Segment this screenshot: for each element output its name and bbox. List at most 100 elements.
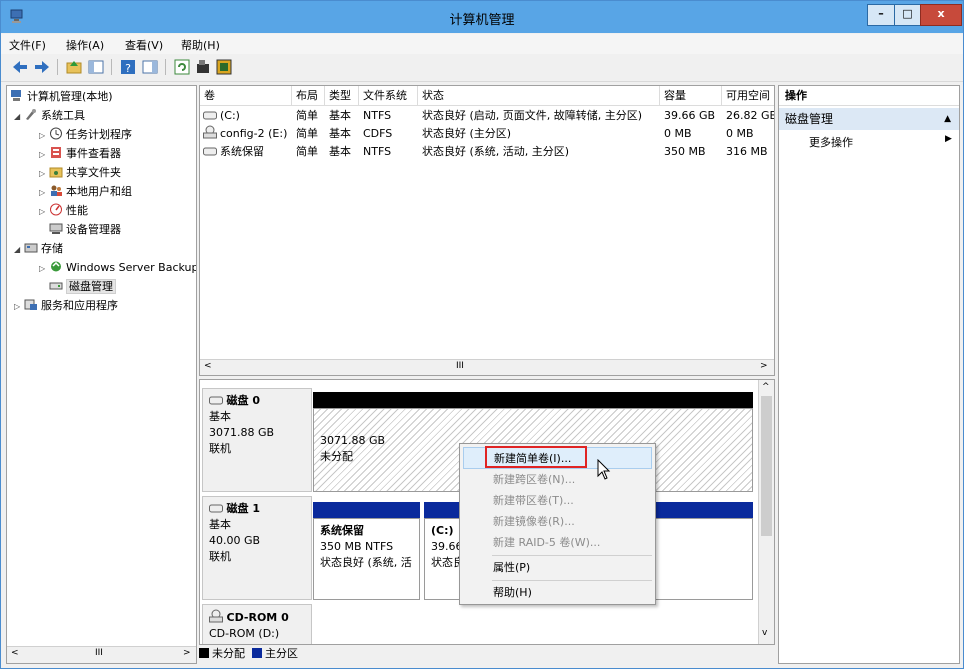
up-folder-icon[interactable]: [65, 58, 83, 76]
users-icon: [51, 185, 62, 196]
menu-item-help[interactable]: 帮助(H): [463, 582, 652, 604]
tree-item-task-scheduler[interactable]: ▷ 任务计划程序: [39, 125, 132, 144]
tree-label: 磁盘管理: [66, 279, 116, 294]
scroll-left-icon[interactable]: <: [204, 361, 212, 371]
collapsed-arrow-icon[interactable]: ▷: [14, 297, 24, 316]
menu-item-new-striped-volume[interactable]: 新建带区卷(T)...: [463, 490, 652, 512]
scroll-down-icon[interactable]: v: [762, 628, 767, 638]
volume-list: 卷 布局 类型 文件系统 状态 容量 可用空间 (C:) 简单 基本 NTFS …: [199, 85, 775, 376]
tree-item-windows-server-backup[interactable]: ▷ Windows Server Backup: [39, 258, 196, 278]
clock-icon: [50, 127, 62, 140]
tree-item-computer-management[interactable]: 计算机管理(本地): [10, 87, 113, 106]
disk-0-label[interactable]: 磁盘 0 基本 3071.88 GB 联机: [202, 388, 312, 492]
system-reserved-partition[interactable]: 系统保留 350 MB NTFS 状态良好 (系统, 活: [313, 518, 420, 600]
column-header-filesystem[interactable]: 文件系统: [359, 86, 418, 106]
expanded-arrow-icon[interactable]: ◢: [14, 107, 24, 126]
column-header-volume[interactable]: 卷: [200, 86, 292, 106]
tree-item-disk-management[interactable]: 磁盘管理: [49, 277, 116, 296]
tree-item-shared-folders[interactable]: ▷ 共享文件夹: [39, 163, 121, 182]
collapsed-arrow-icon[interactable]: ▷: [39, 259, 49, 278]
help-icon[interactable]: ?: [119, 58, 137, 76]
volume-horizontal-scrollbar[interactable]: < III >: [200, 359, 774, 375]
volume-name: (C:): [220, 109, 240, 122]
column-header-type[interactable]: 类型: [325, 86, 359, 106]
volume-filesystem: CDFS: [363, 127, 393, 140]
tree-item-storage[interactable]: ◢ 存储: [14, 239, 63, 258]
disk-size: 40.00 GB: [209, 534, 261, 547]
tree-horizontal-scrollbar[interactable]: < III >: [7, 646, 196, 663]
primary-partition-bar: [313, 502, 420, 518]
collapsed-arrow-icon[interactable]: ▷: [39, 183, 49, 202]
scroll-right-icon[interactable]: >: [183, 648, 191, 658]
close-button[interactable]: x: [920, 4, 962, 26]
partition-label: 系统保留: [320, 524, 364, 537]
tree-item-local-users[interactable]: ▷ 本地用户和组: [39, 182, 132, 201]
actions-section-disk-management[interactable]: 磁盘管理 ▲: [779, 108, 959, 130]
tree-label: 系统工具: [41, 109, 85, 122]
navigation-tree: 计算机管理(本地) ◢ 系统工具 ▷ 任务计划程序 ▷ 事件查看器 ▷ 共享文件夹 ▷ 本…: [6, 85, 197, 664]
forward-arrow-icon[interactable]: [33, 58, 51, 76]
computer-management-icon: [11, 90, 21, 101]
more-actions-item[interactable]: 更多操作: [809, 134, 853, 150]
maximize-button[interactable]: □: [894, 4, 921, 26]
minimize-button[interactable]: –: [867, 4, 895, 26]
volume-filesystem: NTFS: [363, 109, 392, 122]
scroll-thumb-grip[interactable]: III: [456, 361, 464, 371]
menu-separator: [492, 555, 652, 556]
tree-label: 设备管理器: [66, 223, 121, 236]
toolbar-separator: [165, 59, 166, 75]
back-arrow-icon[interactable]: [11, 58, 29, 76]
storage-icon: [24, 243, 38, 253]
refresh-icon[interactable]: [173, 58, 191, 76]
scroll-thumb-grip[interactable]: III: [95, 648, 103, 658]
volume-type: 基本: [329, 127, 351, 140]
menu-file[interactable]: 文件(F): [9, 37, 46, 53]
tree-item-event-viewer[interactable]: ▷ 事件查看器: [39, 144, 121, 163]
menu-help[interactable]: 帮助(H): [181, 37, 220, 53]
column-header-free-space[interactable]: 可用空间: [722, 86, 774, 106]
properties-icon[interactable]: [194, 58, 212, 76]
submenu-arrow-icon[interactable]: ▶: [945, 134, 952, 144]
collapsed-arrow-icon[interactable]: ▷: [39, 202, 49, 221]
device-manager-icon: [49, 223, 63, 234]
collapse-arrow-icon[interactable]: ▲: [944, 108, 951, 130]
scroll-thumb[interactable]: [761, 396, 772, 536]
menu-separator: [492, 580, 652, 581]
title-bar[interactable]: 计算机管理 – □ x: [1, 1, 963, 33]
scroll-up-icon[interactable]: ^: [762, 382, 770, 392]
show-hide-action-pane-icon[interactable]: [141, 58, 159, 76]
event-log-icon: [51, 147, 61, 158]
column-header-layout[interactable]: 布局: [292, 86, 325, 106]
computer-management-window: 计算机管理 – □ x 文件(F) 操作(A) 查看(V) 帮助(H) ? 计算…: [0, 0, 964, 669]
expanded-arrow-icon[interactable]: ◢: [14, 240, 24, 259]
section-label: 磁盘管理: [785, 112, 834, 126]
tree-item-services-apps[interactable]: ▷ 服务和应用程序: [14, 296, 118, 315]
menu-item-properties[interactable]: 属性(P): [463, 557, 652, 579]
menu-item-new-raid5-volume[interactable]: 新建 RAID-5 卷(W)...: [463, 532, 652, 554]
menu-view[interactable]: 查看(V): [125, 37, 163, 53]
volume-free-space: 26.82 GB: [726, 109, 775, 122]
disk-1-label[interactable]: 磁盘 1 基本 40.00 GB 联机: [202, 496, 312, 600]
menu-item-new-mirrored-volume[interactable]: 新建镜像卷(R)...: [463, 511, 652, 533]
column-header-capacity[interactable]: 容量: [660, 86, 722, 106]
rescan-disks-icon[interactable]: [215, 58, 233, 76]
volume-status: 状态良好 (系统, 活动, 主分区): [422, 145, 570, 158]
show-hide-tree-icon[interactable]: [87, 58, 105, 76]
menu-action[interactable]: 操作(A): [66, 37, 104, 53]
disk-pane-vertical-scrollbar[interactable]: ^ v: [758, 380, 774, 644]
tree-item-device-manager[interactable]: 设备管理器: [49, 220, 121, 239]
column-header-status[interactable]: 状态: [418, 86, 660, 106]
tree-item-performance[interactable]: ▷ 性能: [39, 201, 88, 220]
tree-item-system-tools[interactable]: ◢ 系统工具: [14, 106, 85, 125]
collapsed-arrow-icon[interactable]: ▷: [39, 126, 49, 145]
scroll-right-icon[interactable]: >: [760, 361, 768, 371]
disk-icon: [209, 504, 223, 513]
scroll-left-icon[interactable]: <: [11, 648, 19, 658]
volume-name: 系统保留: [220, 145, 264, 158]
cdrom-0-label[interactable]: CD-ROM 0 CD-ROM (D:): [202, 604, 312, 644]
menu-item-new-spanned-volume[interactable]: 新建跨区卷(N)...: [463, 469, 652, 491]
volume-layout: 简单: [296, 127, 318, 140]
mouse-cursor-icon: [597, 459, 611, 480]
collapsed-arrow-icon[interactable]: ▷: [39, 145, 49, 164]
collapsed-arrow-icon[interactable]: ▷: [39, 164, 49, 183]
